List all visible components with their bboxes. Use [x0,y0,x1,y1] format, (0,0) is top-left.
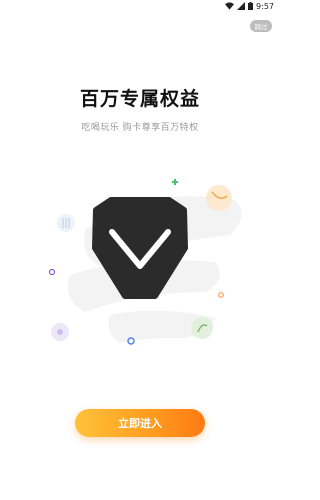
green-circle-icon [191,317,213,339]
wifi-icon [225,2,235,10]
status-time: 9:57 [256,1,274,11]
orange-ring-icon [218,292,224,298]
page-subtitle: 吃喝玩乐 购卡尊享百万特权 [81,123,199,133]
skip-button[interactable]: 跳过 [250,20,272,32]
page-title: 百万专属权益 [79,88,200,110]
green-cross-icon [172,179,178,185]
battery-icon [248,2,254,10]
purple-ring-icon [48,268,56,276]
status-bar: 9:57 [0,0,280,12]
lilac-dot-icon [57,329,63,335]
enter-button[interactable]: 立即进入 [75,409,205,437]
hero-illustration [48,179,242,345]
signal-icon [237,2,246,10]
